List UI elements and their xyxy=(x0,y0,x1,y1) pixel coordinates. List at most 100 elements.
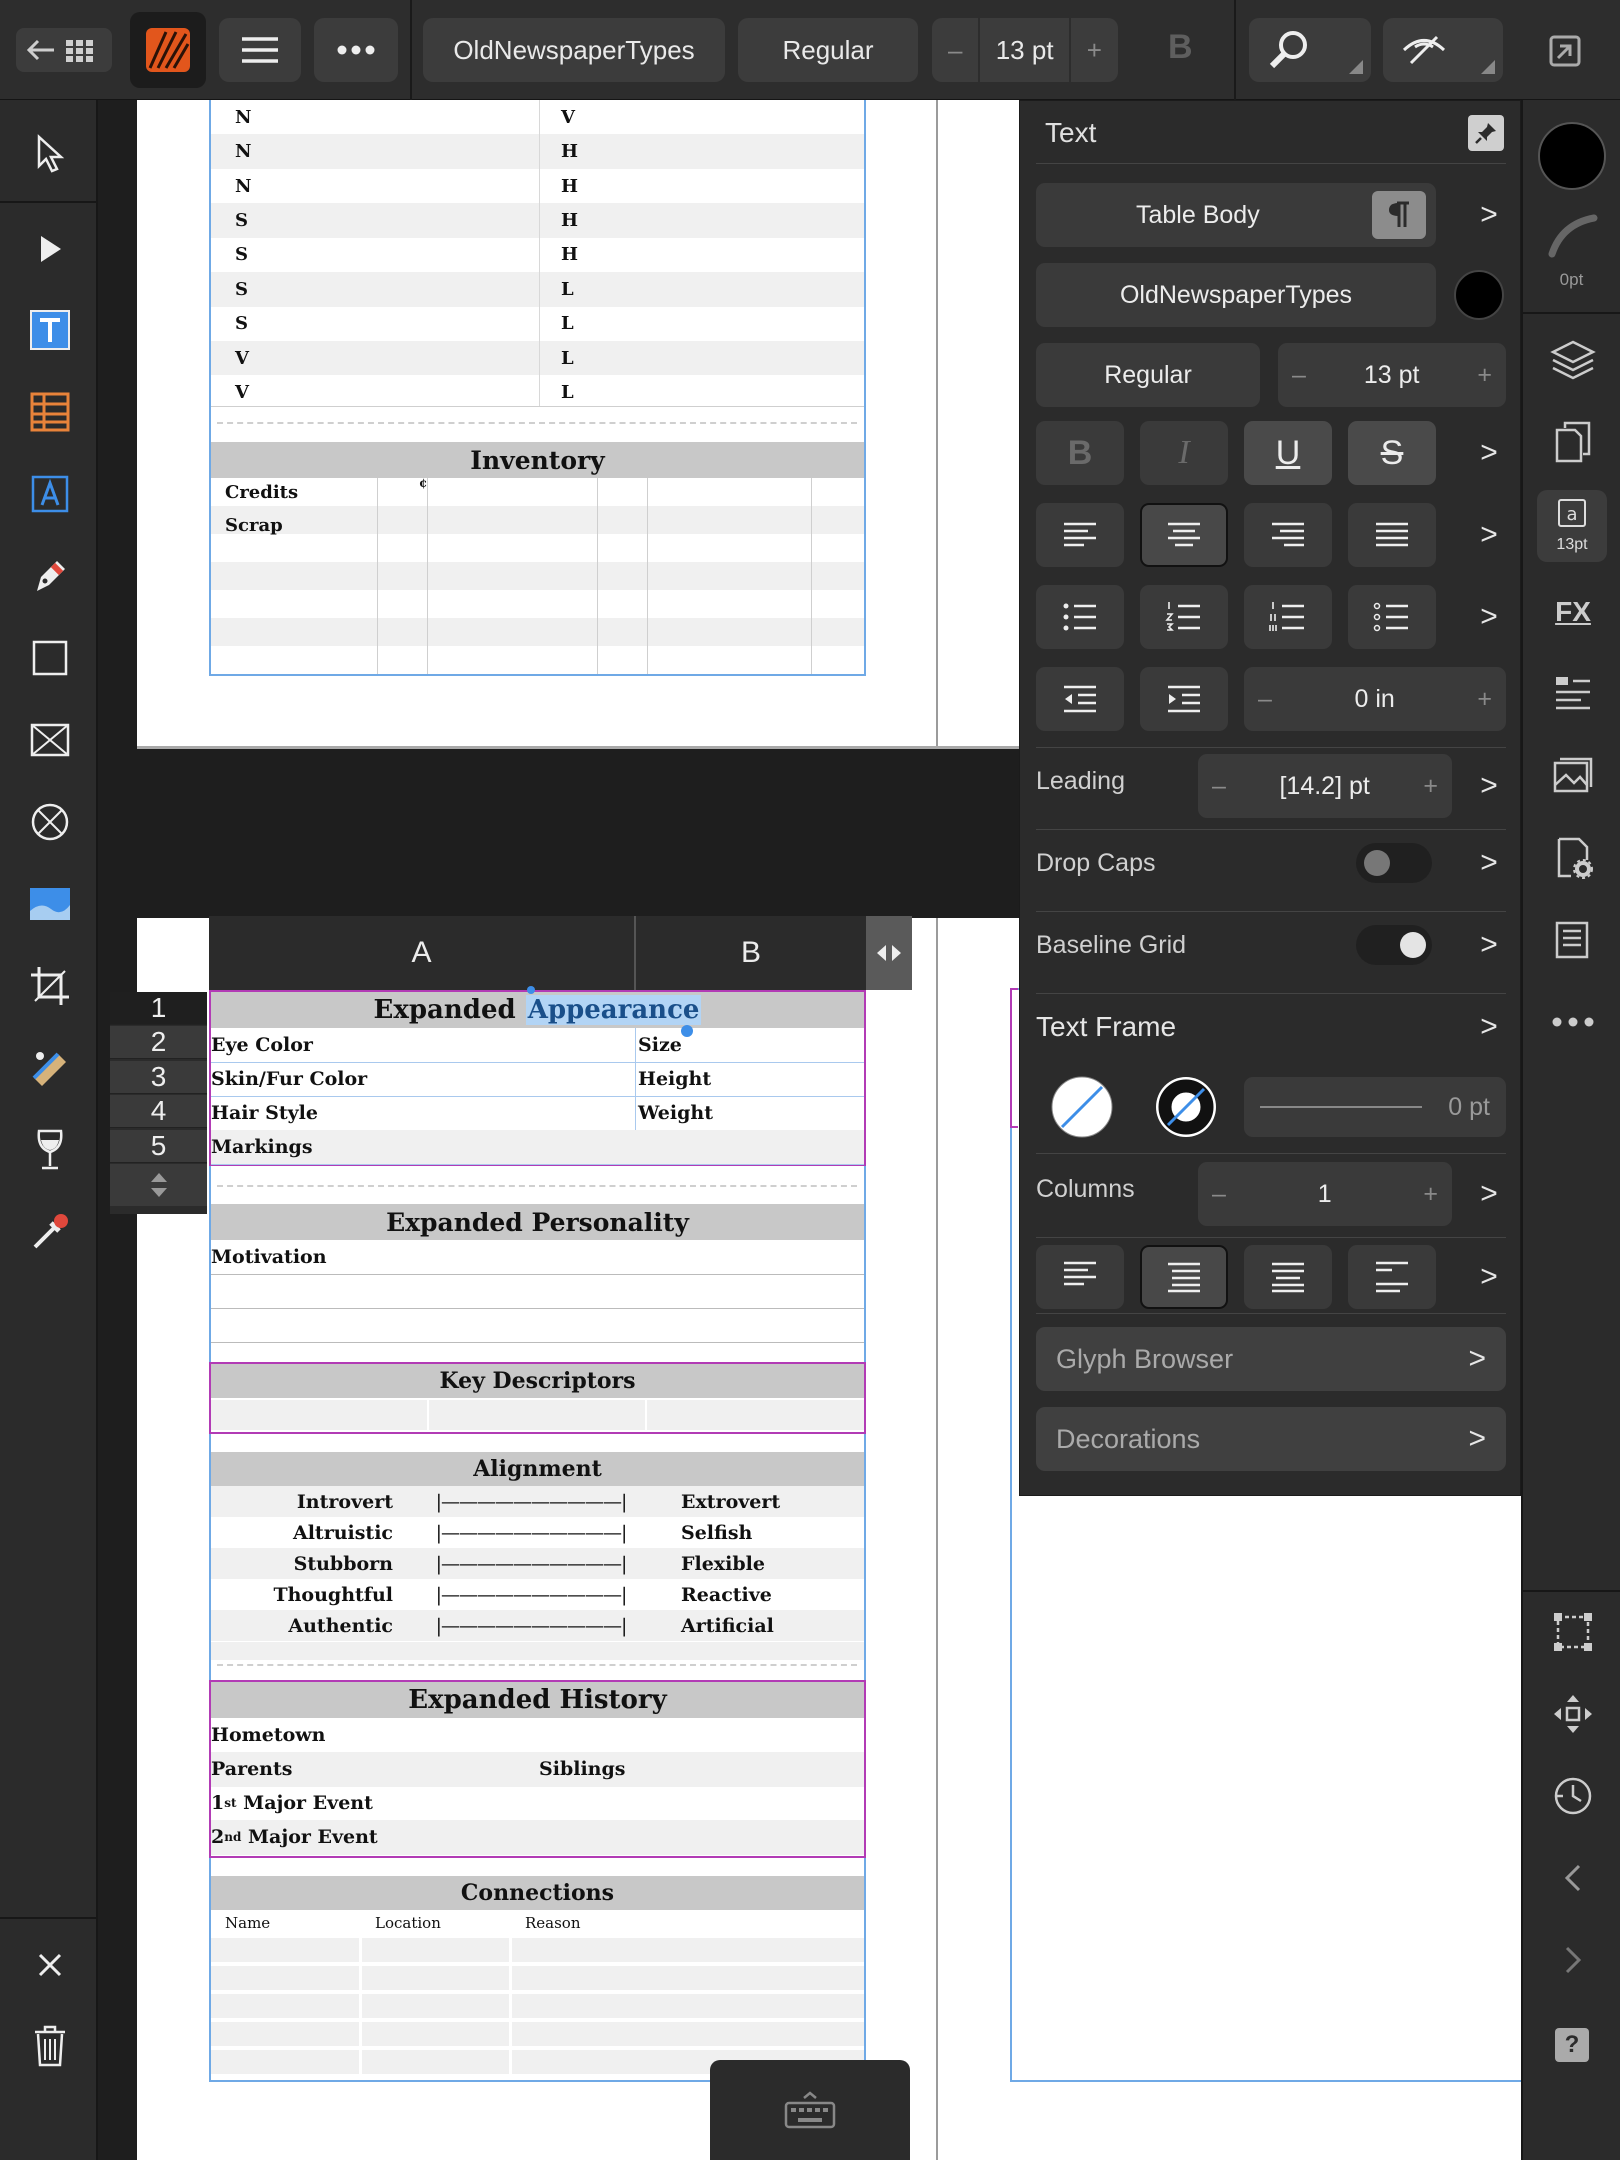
column-header-b[interactable]: B xyxy=(634,916,866,990)
export-persona-button[interactable] xyxy=(1548,34,1582,68)
navigator-button[interactable] xyxy=(1545,1686,1601,1742)
baseline-grid-toggle[interactable] xyxy=(1356,925,1432,965)
row-header[interactable]: 2 xyxy=(110,1026,207,1060)
pen-tool[interactable] xyxy=(20,546,80,606)
justify-button[interactable] xyxy=(1348,503,1436,567)
appearance-header[interactable]: Expanded Appearance xyxy=(211,992,864,1028)
main-menu-button[interactable] xyxy=(219,18,301,82)
find-replace-button[interactable] xyxy=(1249,18,1371,82)
vertical-align-center-button[interactable] xyxy=(1140,1245,1228,1309)
bold-toggle-button[interactable]: B xyxy=(1168,28,1193,67)
frame-text-tool[interactable] xyxy=(20,300,80,360)
move-tool[interactable] xyxy=(20,124,80,184)
ellipse-frame-tool[interactable] xyxy=(20,792,80,852)
roman-list-button[interactable] xyxy=(1244,585,1332,649)
appearance-row[interactable]: Skin/Fur Color Height xyxy=(211,1061,864,1097)
row-header[interactable]: 3 xyxy=(110,1060,207,1094)
app-logo-button[interactable] xyxy=(130,12,206,88)
frame-stroke-swatch[interactable] xyxy=(1154,1075,1218,1139)
text-flow-studio-button[interactable] xyxy=(1545,912,1601,968)
artistic-text-tool[interactable] xyxy=(20,464,80,524)
lettered-list-button[interactable] xyxy=(1348,585,1436,649)
appearance-table[interactable]: Expanded Appearance Eye Color Size Skin/Fu… xyxy=(209,986,866,1166)
pages-studio-button[interactable] xyxy=(1545,414,1601,470)
leading-increase-button[interactable]: + xyxy=(1423,772,1438,801)
columns-decrease-button[interactable]: – xyxy=(1212,1180,1226,1209)
delete-button[interactable] xyxy=(20,2016,80,2076)
history-button[interactable] xyxy=(1545,1768,1601,1824)
indent-decrease-button[interactable]: – xyxy=(1258,685,1272,714)
transform-studio-button[interactable] xyxy=(1545,1604,1601,1660)
column-resize-handle[interactable] xyxy=(866,916,912,990)
row-resize-handle[interactable] xyxy=(110,1164,207,1206)
effects-studio-button[interactable]: FX xyxy=(1545,584,1601,640)
more-options-button[interactable] xyxy=(314,18,398,82)
undo-button[interactable] xyxy=(1545,1850,1601,1906)
font-size-increase-button[interactable]: + xyxy=(1087,35,1102,66)
lists-more-chevron[interactable]: > xyxy=(1474,597,1504,637)
text-studio-button[interactable]: a 13pt xyxy=(1537,490,1607,562)
leading-decrease-button[interactable]: – xyxy=(1212,772,1226,801)
panel-italic-button[interactable]: I xyxy=(1140,421,1228,485)
glyph-browser-button[interactable]: Glyph Browser > xyxy=(1036,1327,1506,1391)
crop-tool[interactable] xyxy=(20,956,80,1016)
table-bottom[interactable]: Expanded Appearance Eye Color Size Skin/Fu… xyxy=(209,986,866,2082)
row-header[interactable]: 4 xyxy=(110,1095,207,1129)
align-left-button[interactable] xyxy=(1036,503,1124,567)
font-size-value[interactable]: 13 pt xyxy=(996,35,1054,66)
rectangle-tool[interactable] xyxy=(20,628,80,688)
view-mode-button[interactable] xyxy=(1383,18,1503,82)
drop-caps-more-chevron[interactable]: > xyxy=(1474,843,1504,883)
selection-start-handle[interactable] xyxy=(527,986,535,994)
leading-value[interactable]: [14.2] pt xyxy=(1279,772,1369,801)
column-header-a[interactable]: A xyxy=(209,916,634,990)
panel-size-value[interactable]: 13 pt xyxy=(1364,361,1420,390)
panel-font-style-selector[interactable]: Regular xyxy=(1036,343,1260,407)
increase-indent-button[interactable] xyxy=(1140,667,1228,731)
selected-text[interactable]: Appearance xyxy=(525,995,702,1025)
picture-frame-tool[interactable] xyxy=(20,710,80,770)
row-header[interactable]: 1 xyxy=(110,992,207,1025)
vertical-align-justify-button[interactable] xyxy=(1348,1245,1436,1309)
align-center-button[interactable] xyxy=(1140,503,1228,567)
help-button[interactable]: ? xyxy=(1555,2028,1589,2062)
font-size-decrease-button[interactable]: – xyxy=(948,35,962,66)
close-tool-button[interactable] xyxy=(20,1935,80,1995)
panel-size-decrease-button[interactable]: – xyxy=(1292,361,1306,390)
columns-more-chevron[interactable]: > xyxy=(1474,1174,1504,1214)
history-table[interactable]: Expanded History Hometown Parents Siblin… xyxy=(209,1680,866,1858)
pin-panel-button[interactable] xyxy=(1468,115,1504,151)
character-more-chevron[interactable]: > xyxy=(1474,433,1504,473)
font-style-selector[interactable]: Regular xyxy=(738,18,918,82)
indent-increase-button[interactable]: + xyxy=(1477,685,1492,714)
appearance-row[interactable]: Hair Style Weight xyxy=(211,1095,864,1131)
redo-button[interactable] xyxy=(1545,1932,1601,1988)
panel-font-selector[interactable]: OldNewspaperTypes xyxy=(1036,263,1436,327)
table-top[interactable]: NVNHNHSHSHSLSLVLVL Inventory Credits Scra… xyxy=(209,100,866,676)
panel-bold-button[interactable]: B xyxy=(1036,421,1124,485)
vertical-align-bottom-button[interactable] xyxy=(1244,1245,1332,1309)
columns-increase-button[interactable]: + xyxy=(1423,1180,1438,1209)
key-descriptors-table[interactable]: Key Descriptors xyxy=(209,1362,866,1434)
back-to-documents-button[interactable] xyxy=(16,28,112,72)
decorations-button[interactable]: Decorations > xyxy=(1036,1407,1506,1471)
resource-manager-button[interactable] xyxy=(1545,748,1601,804)
text-color-swatch[interactable] xyxy=(1454,270,1504,320)
text-frame-more-chevron[interactable]: > xyxy=(1474,1007,1504,1047)
frame-stroke-width-slider[interactable]: 0 pt xyxy=(1244,1077,1506,1137)
font-family-selector[interactable]: OldNewspaperTypes xyxy=(423,18,725,82)
decrease-indent-button[interactable] xyxy=(1036,667,1124,731)
bullet-list-button[interactable] xyxy=(1036,585,1124,649)
numbered-list-button[interactable] xyxy=(1140,585,1228,649)
align-right-button[interactable] xyxy=(1244,503,1332,567)
indent-value[interactable]: 0 in xyxy=(1354,685,1394,714)
place-image-tool[interactable] xyxy=(20,874,80,934)
fill-color-well[interactable] xyxy=(1538,122,1606,190)
fill-tool[interactable] xyxy=(20,1038,80,1098)
more-studios-button[interactable] xyxy=(1545,994,1601,1050)
vertical-align-more-chevron[interactable]: > xyxy=(1474,1257,1504,1297)
drop-caps-toggle[interactable] xyxy=(1356,843,1432,883)
frame-fill-swatch[interactable] xyxy=(1050,1075,1114,1139)
stroke-well[interactable] xyxy=(1545,208,1601,264)
show-keyboard-button[interactable] xyxy=(710,2060,910,2160)
